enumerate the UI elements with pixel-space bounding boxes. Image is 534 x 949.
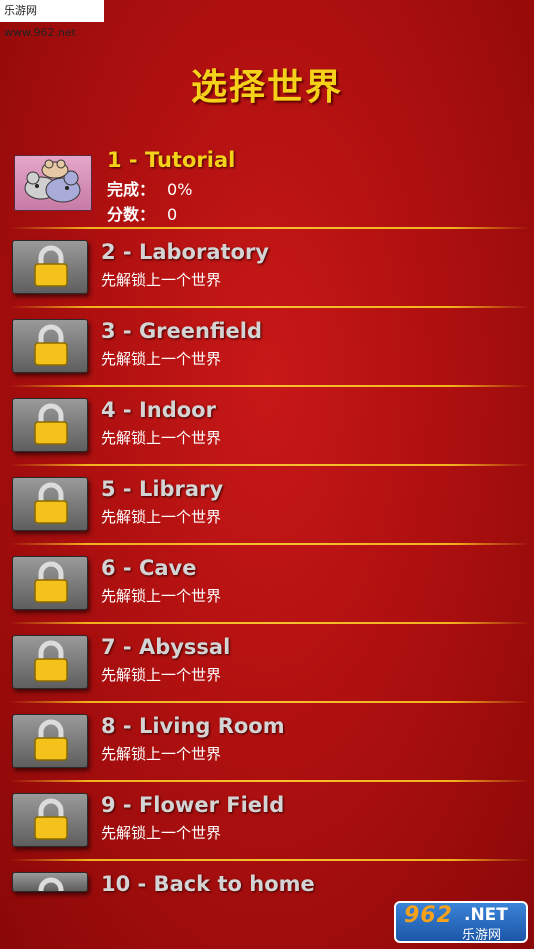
world-item-living-room[interactable]: 8 - Living Room 先解锁上一个世界 <box>0 703 534 782</box>
world-item-cave[interactable]: 6 - Cave 先解锁上一个世界 <box>0 545 534 624</box>
page-title: 选择世界 <box>190 67 343 108</box>
world-item-library[interactable]: 5 - Library 先解锁上一个世界 <box>0 466 534 545</box>
score-row: 分数： 0 <box>107 201 177 225</box>
lock-icon <box>12 477 88 531</box>
world-name: 4 - Indoor <box>101 398 216 422</box>
world-item-abyssal[interactable]: 7 - Abyssal 先解锁上一个世界 <box>0 624 534 703</box>
badge-suffix: .NET <box>464 905 508 925</box>
world-item-laboratory[interactable]: 2 - Laboratory 先解锁上一个世界 <box>0 229 534 308</box>
lock-icon <box>12 240 88 294</box>
badge-digits: 962 <box>404 903 453 928</box>
lock-icon <box>12 714 88 768</box>
lock-icon <box>12 398 88 452</box>
lock-icon <box>12 872 88 892</box>
world-name: 5 - Library <box>101 477 224 501</box>
world-item-indoor[interactable]: 4 - Indoor 先解锁上一个世界 <box>0 387 534 466</box>
score-label: 分数： <box>107 205 156 224</box>
world-status: 先解锁上一个世界 <box>101 666 222 684</box>
completion-row: 完成： 0% <box>107 176 192 200</box>
lock-icon <box>12 793 88 847</box>
world-name: 8 - Living Room <box>101 714 285 738</box>
world-name: 7 - Abyssal <box>101 635 231 659</box>
world-status: 先解锁上一个世界 <box>101 429 222 447</box>
world-status: 先解锁上一个世界 <box>101 745 222 763</box>
world-name: 9 - Flower Field <box>101 793 285 817</box>
world-status: 先解锁上一个世界 <box>101 508 222 526</box>
world-name: 1 - Tutorial <box>107 148 236 172</box>
world-item-tutorial[interactable]: 1 - Tutorial 完成： 0% 分数： 0 <box>0 143 534 228</box>
world-status: 先解锁上一个世界 <box>101 271 222 289</box>
lock-icon <box>12 319 88 373</box>
site-badge: 962 .NET 乐游网 <box>394 901 528 943</box>
world-item-flower-field[interactable]: 9 - Flower Field 先解锁上一个世界 <box>0 782 534 861</box>
world-name: 3 - Greenfield <box>101 319 263 343</box>
world-status: 先解锁上一个世界 <box>101 350 222 368</box>
mice-icon <box>14 155 92 211</box>
world-name: 6 - Cave <box>101 556 197 580</box>
lock-icon <box>12 556 88 610</box>
completion-label: 完成： <box>107 180 156 199</box>
badge-cn: 乐游网 <box>462 928 502 943</box>
world-status: 先解锁上一个世界 <box>101 587 222 605</box>
completion-value: 0% <box>167 180 193 199</box>
world-name: 2 - Laboratory <box>101 240 269 264</box>
lock-icon <box>12 635 88 689</box>
score-value: 0 <box>167 205 178 224</box>
watermark-top: 乐游网 www.962.net <box>0 0 104 39</box>
world-name: 10 - Back to home <box>101 872 315 896</box>
world-status: 先解锁上一个世界 <box>101 824 222 842</box>
world-item-greenfield[interactable]: 3 - Greenfield 先解锁上一个世界 <box>0 308 534 387</box>
